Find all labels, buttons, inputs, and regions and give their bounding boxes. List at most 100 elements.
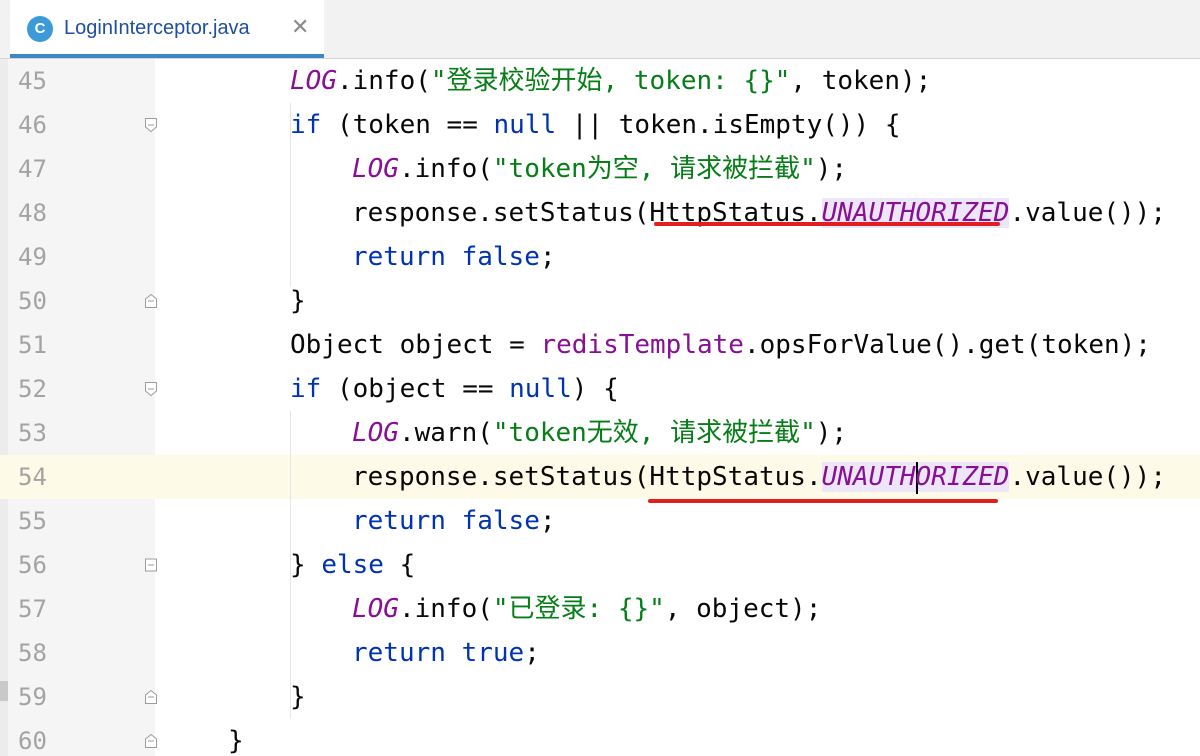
code-text[interactable]: LOG.info("登录校验开始, token: {}", token);	[290, 59, 931, 103]
code-token: true	[445, 638, 525, 668]
code-token: return	[352, 242, 446, 272]
code-token: null	[493, 110, 557, 140]
code-line[interactable]: 58 return true;	[0, 631, 1200, 675]
code-token: LOG	[290, 66, 337, 96]
indent-guide	[290, 411, 291, 719]
code-token: , token);	[790, 66, 932, 96]
code-token: );	[815, 418, 848, 448]
red-underline-annotation	[648, 499, 998, 503]
fold-marker-icon[interactable]	[143, 117, 159, 133]
code-line[interactable]: 51 Object object = redisTemplate.opsForVa…	[0, 323, 1200, 367]
code-line[interactable]: 53 LOG.warn("token无效, 请求被拦截");	[0, 411, 1200, 455]
line-number[interactable]: 47	[18, 147, 58, 191]
line-number[interactable]: 46	[18, 103, 58, 147]
tab-login-interceptor[interactable]: C LoginInterceptor.java ✕	[10, 0, 324, 58]
code-token: .warn(	[398, 418, 493, 448]
code-line[interactable]: 60}	[0, 719, 1200, 756]
code-text[interactable]: }	[228, 719, 244, 756]
class-icon: C	[27, 16, 53, 42]
fold-marker-icon[interactable]	[143, 733, 159, 749]
code-token: "token无效, 请求被拦截"	[492, 418, 816, 448]
code-line[interactable]: 52 if (object == null) {	[0, 367, 1200, 411]
code-line[interactable]: 56} else {	[0, 543, 1200, 587]
line-number[interactable]: 55	[18, 499, 58, 543]
line-number[interactable]: 49	[18, 235, 58, 279]
code-line[interactable]: 45 LOG.info("登录校验开始, token: {}", token);	[0, 59, 1200, 103]
line-number[interactable]: 48	[18, 191, 58, 235]
fold-marker-icon[interactable]	[143, 557, 159, 573]
line-number[interactable]: 52	[18, 367, 58, 411]
line-number[interactable]: 60	[18, 719, 58, 756]
line-number[interactable]: 51	[18, 323, 58, 367]
code-token: }	[228, 726, 244, 756]
code-token: redisTemplate	[540, 330, 744, 360]
code-token: Object object =	[290, 330, 541, 360]
code-token: );	[815, 154, 848, 184]
code-token: }	[290, 682, 306, 712]
code-token: (object ==	[321, 374, 510, 404]
code-token: null	[509, 374, 572, 404]
identifier-unauthorized: UNAUTHORIZED	[821, 461, 1010, 494]
line-number[interactable]: 59	[18, 675, 58, 719]
code-token: .info(	[398, 594, 493, 624]
code-token: false	[445, 242, 540, 272]
code-token: "token为空, 请求被拦截"	[492, 154, 816, 184]
code-token: .opsForValue().get(token);	[743, 330, 1151, 360]
code-token: return	[352, 506, 446, 536]
code-text[interactable]: Object object = redisTemplate.opsForValu…	[290, 323, 1151, 367]
code-token: return	[352, 638, 446, 668]
code-token: , object);	[664, 594, 822, 624]
tab-title: LoginInterceptor.java	[64, 17, 250, 39]
code-token: .value());	[1009, 198, 1166, 228]
code-token: }	[290, 286, 306, 316]
fold-marker-icon[interactable]	[143, 293, 159, 309]
code-line[interactable]: 46 if (token == null || token.isEmpty()) …	[0, 103, 1200, 147]
code-token: (token ==	[321, 110, 494, 140]
editor-tab-bar: C LoginInterceptor.java ✕	[0, 0, 1200, 59]
line-number[interactable]: 57	[18, 587, 58, 631]
line-number[interactable]: 50	[18, 279, 58, 323]
code-line[interactable]: 55 return false;	[0, 499, 1200, 543]
code-line[interactable]: 48 response.setStatus(HttpStatus.UNAUTHOR…	[0, 191, 1200, 235]
code-text[interactable]: }	[290, 279, 306, 323]
code-text[interactable]: LOG.warn("token无效, 请求被拦截");	[352, 411, 847, 455]
code-line[interactable]: 50}	[0, 279, 1200, 323]
code-token: ;	[524, 638, 540, 668]
code-text[interactable]: } else {	[290, 543, 415, 587]
code-token: response.setStatus(HttpStatus.	[352, 462, 822, 492]
code-token: ;	[539, 506, 556, 536]
code-token: "登录校验开始, token: {}"	[430, 66, 791, 96]
code-token: LOG	[352, 154, 399, 184]
code-token: else	[321, 550, 384, 580]
code-text[interactable]: if (object == null) {	[290, 367, 619, 411]
code-line[interactable]: 47 LOG.info("token为空, 请求被拦截");	[0, 147, 1200, 191]
fold-marker-icon[interactable]	[143, 689, 159, 705]
close-icon[interactable]: ✕	[291, 15, 309, 41]
code-editor[interactable]: 45 LOG.info("登录校验开始, token: {}", token); 4…	[0, 59, 1200, 756]
line-number[interactable]: 53	[18, 411, 58, 455]
code-token: .info(	[398, 154, 493, 184]
code-line[interactable]: 54 response.setStatus(HttpStatus.UNAUTHOR…	[0, 455, 1200, 499]
code-text[interactable]: return false;	[352, 235, 556, 279]
code-token: || token.isEmpty()) {	[556, 110, 901, 140]
code-token: }	[290, 550, 322, 580]
code-token: info(	[352, 66, 431, 96]
code-text[interactable]: return false;	[352, 499, 556, 543]
fold-marker-icon[interactable]	[143, 381, 159, 397]
code-token: ) {	[571, 374, 619, 404]
code-text[interactable]: return true;	[352, 631, 540, 675]
code-text[interactable]: }	[290, 675, 306, 719]
code-text[interactable]: response.setStatus(HttpStatus.UNAUTHORIZ…	[352, 191, 1166, 235]
code-line[interactable]: 49 return false;	[0, 235, 1200, 279]
line-number[interactable]: 58	[18, 631, 58, 675]
code-token: {	[383, 550, 416, 580]
code-text[interactable]: response.setStatus(HttpStatus.UNAUTHORIZ…	[352, 455, 1166, 499]
code-text[interactable]: LOG.info("已登录: {}", object);	[352, 587, 821, 631]
code-line[interactable]: 59}	[0, 675, 1200, 719]
line-number[interactable]: 56	[18, 543, 58, 587]
code-text[interactable]: LOG.info("token为空, 请求被拦截");	[352, 147, 847, 191]
code-line[interactable]: 57 LOG.info("已登录: {}", object);	[0, 587, 1200, 631]
line-number[interactable]: 45	[18, 59, 58, 103]
code-text[interactable]: if (token == null || token.isEmpty()) {	[290, 103, 901, 147]
line-number[interactable]: 54	[18, 455, 58, 499]
